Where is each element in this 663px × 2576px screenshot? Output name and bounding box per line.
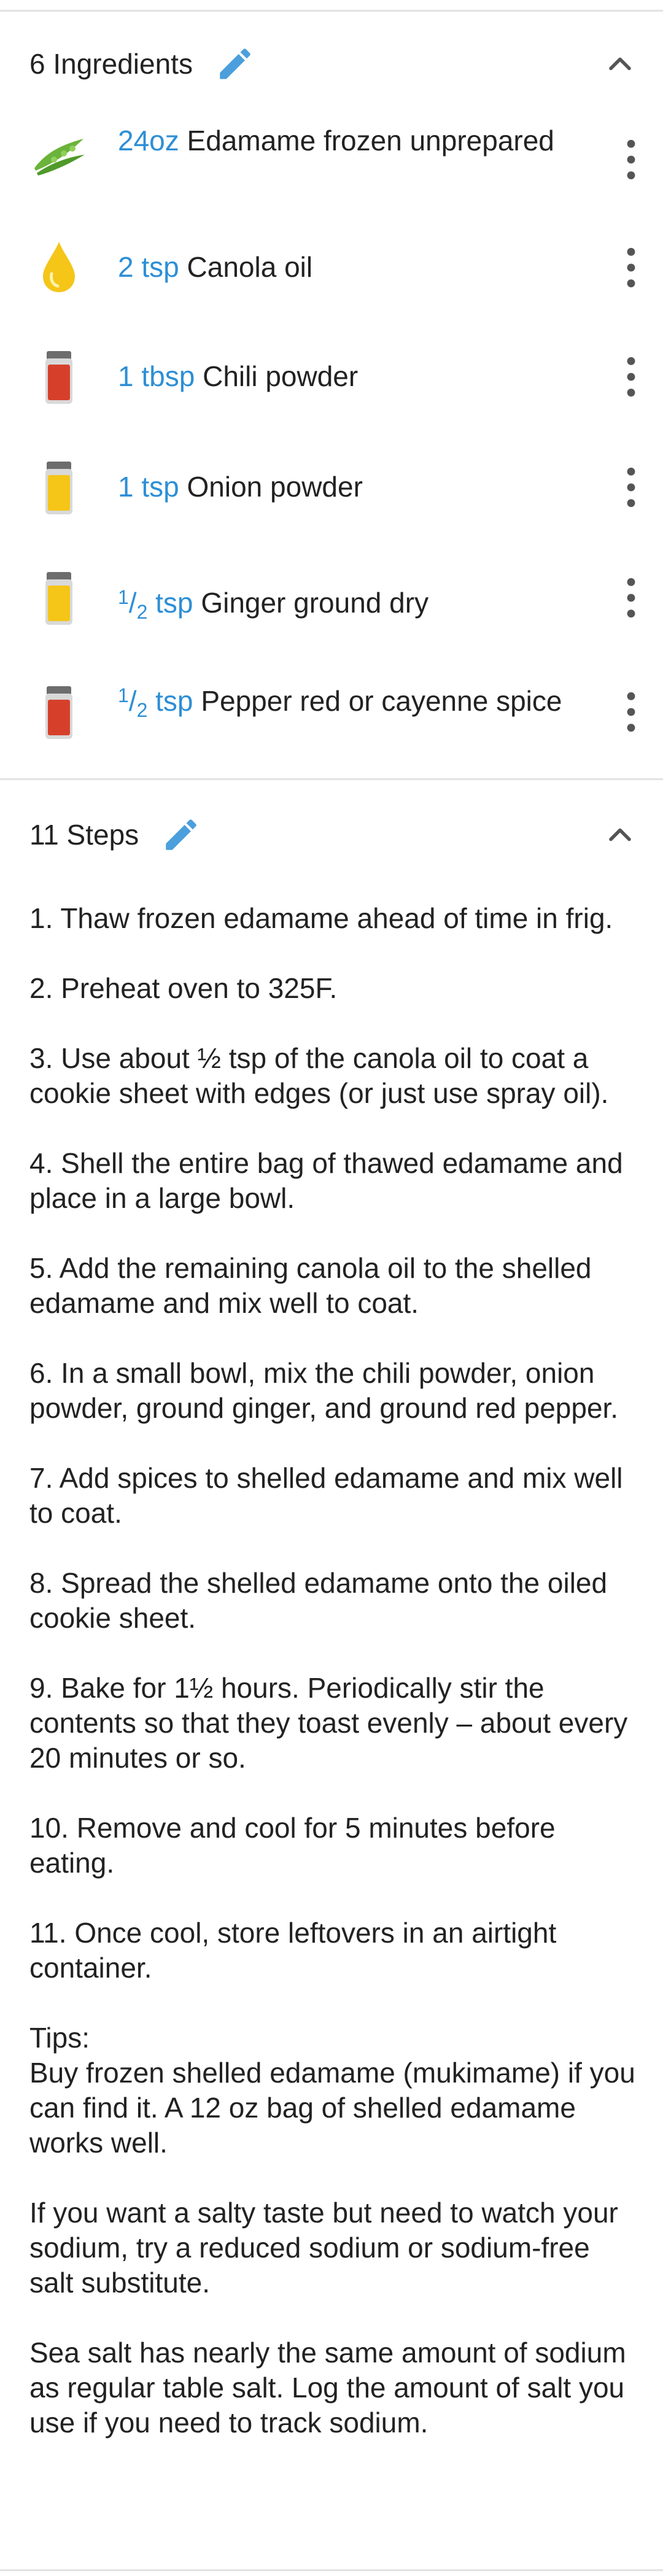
- ingredient-name: Edamame frozen unprepared: [187, 125, 554, 157]
- ingredient-row[interactable]: 1 tbsp Chili powder: [0, 347, 663, 409]
- ingredient-row[interactable]: 2 tsp Canola oil: [0, 238, 663, 300]
- ingredient-quantity: 1 tbsp: [118, 360, 195, 392]
- yellow-spice-jar-icon: [45, 462, 72, 514]
- step-item: 10. Remove and cool for 5 minutes before…: [29, 1812, 556, 1879]
- edit-ingredients-icon[interactable]: [215, 44, 255, 84]
- ingredient-name: Canola oil: [187, 251, 313, 283]
- ingredient-name: Pepper red or cayenne spice: [201, 685, 562, 717]
- ingredient-text: 1/2 tsp Pepper red or cayenne spice: [118, 678, 609, 728]
- step-item: 2. Preheat oven to 325F.: [29, 972, 338, 1004]
- edamame-icon: [34, 139, 85, 176]
- steps-list: 1. Thaw frozen edamame ahead of time in …: [29, 901, 637, 2440]
- step-item: 7. Add spices to shelled edamame and mix…: [29, 1462, 623, 1529]
- more-options-icon[interactable]: [618, 568, 645, 627]
- ingredients-title: 6 Ingredients: [29, 48, 193, 80]
- ingredients-header: 6 Ingredients: [29, 39, 255, 88]
- step-item: 3. Use about ½ tsp of the canola oil to …: [29, 1042, 609, 1109]
- step-item: 6. In a small bowl, mix the chili powder…: [29, 1357, 619, 1424]
- red-spice-jar-icon: [45, 351, 72, 404]
- ingredient-quantity: 2 tsp: [118, 251, 179, 283]
- ingredient-name: Onion powder: [187, 471, 363, 503]
- ingredient-text: 2 tsp Canola oil: [118, 249, 609, 285]
- ingredient-text: 24oz Edamame frozen unprepared: [118, 123, 609, 158]
- ingredient-text: 1 tbsp Chili powder: [118, 358, 609, 394]
- tips-item: Tips: Buy frozen shelled edamame (mukima…: [29, 2022, 635, 2159]
- ingredient-text: 1/2 tsp Ginger ground dry: [118, 579, 609, 630]
- step-item: 9. Bake for 1½ hours. Periodically stir …: [29, 1672, 628, 1774]
- ingredient-quantity: 24oz: [118, 125, 179, 157]
- step-item: 11. Once cool, store leftovers in an air…: [29, 1917, 557, 1984]
- step-item: 4. Shell the entire bag of thawed edamam…: [29, 1147, 623, 1214]
- red-spice-jar-icon: [45, 686, 72, 739]
- step-item: 1. Thaw frozen edamame ahead of time in …: [29, 902, 613, 934]
- step-item: 5. Add the remaining canola oil to the s…: [29, 1252, 592, 1319]
- edit-steps-icon[interactable]: [161, 814, 201, 855]
- tips-item: Sea salt has nearly the same amount of s…: [29, 2337, 626, 2439]
- ingredient-row[interactable]: 1/2 tsp Ginger ground dry: [0, 568, 663, 630]
- more-options-icon[interactable]: [618, 238, 645, 297]
- ingredient-quantity: 1/2 tsp: [118, 586, 193, 623]
- collapse-ingredients-chevron-up-icon[interactable]: [602, 45, 638, 82]
- ingredient-row[interactable]: 24oz Edamame frozen unprepared: [0, 123, 663, 196]
- more-options-icon[interactable]: [618, 458, 645, 517]
- more-options-icon[interactable]: [618, 130, 645, 189]
- top-divider: [0, 10, 663, 12]
- steps-header: 11 Steps: [29, 810, 201, 859]
- step-item: 8. Spread the shelled edamame onto the o…: [29, 1567, 608, 1634]
- bottom-divider: [0, 2569, 663, 2571]
- ingredient-name: Chili powder: [203, 360, 359, 392]
- oil-drop-icon: [43, 242, 75, 292]
- more-options-icon[interactable]: [618, 683, 645, 741]
- ingredient-row[interactable]: 1/2 tsp Pepper red or cayenne spice: [0, 669, 663, 755]
- collapse-steps-chevron-up-icon[interactable]: [602, 816, 638, 853]
- ingredient-row[interactable]: 1 tsp Onion powder: [0, 458, 663, 519]
- more-options-icon[interactable]: [618, 347, 645, 406]
- yellow-spice-jar-icon: [45, 572, 72, 625]
- ingredient-quantity: 1/2 tsp: [118, 684, 193, 721]
- steps-title: 11 Steps: [29, 819, 139, 851]
- ingredient-name: Ginger ground dry: [201, 587, 429, 619]
- section-divider: [0, 778, 663, 780]
- tips-item: If you want a salty taste but need to wa…: [29, 2197, 618, 2299]
- ingredient-text: 1 tsp Onion powder: [118, 469, 609, 505]
- ingredient-quantity: 1 tsp: [118, 471, 179, 503]
